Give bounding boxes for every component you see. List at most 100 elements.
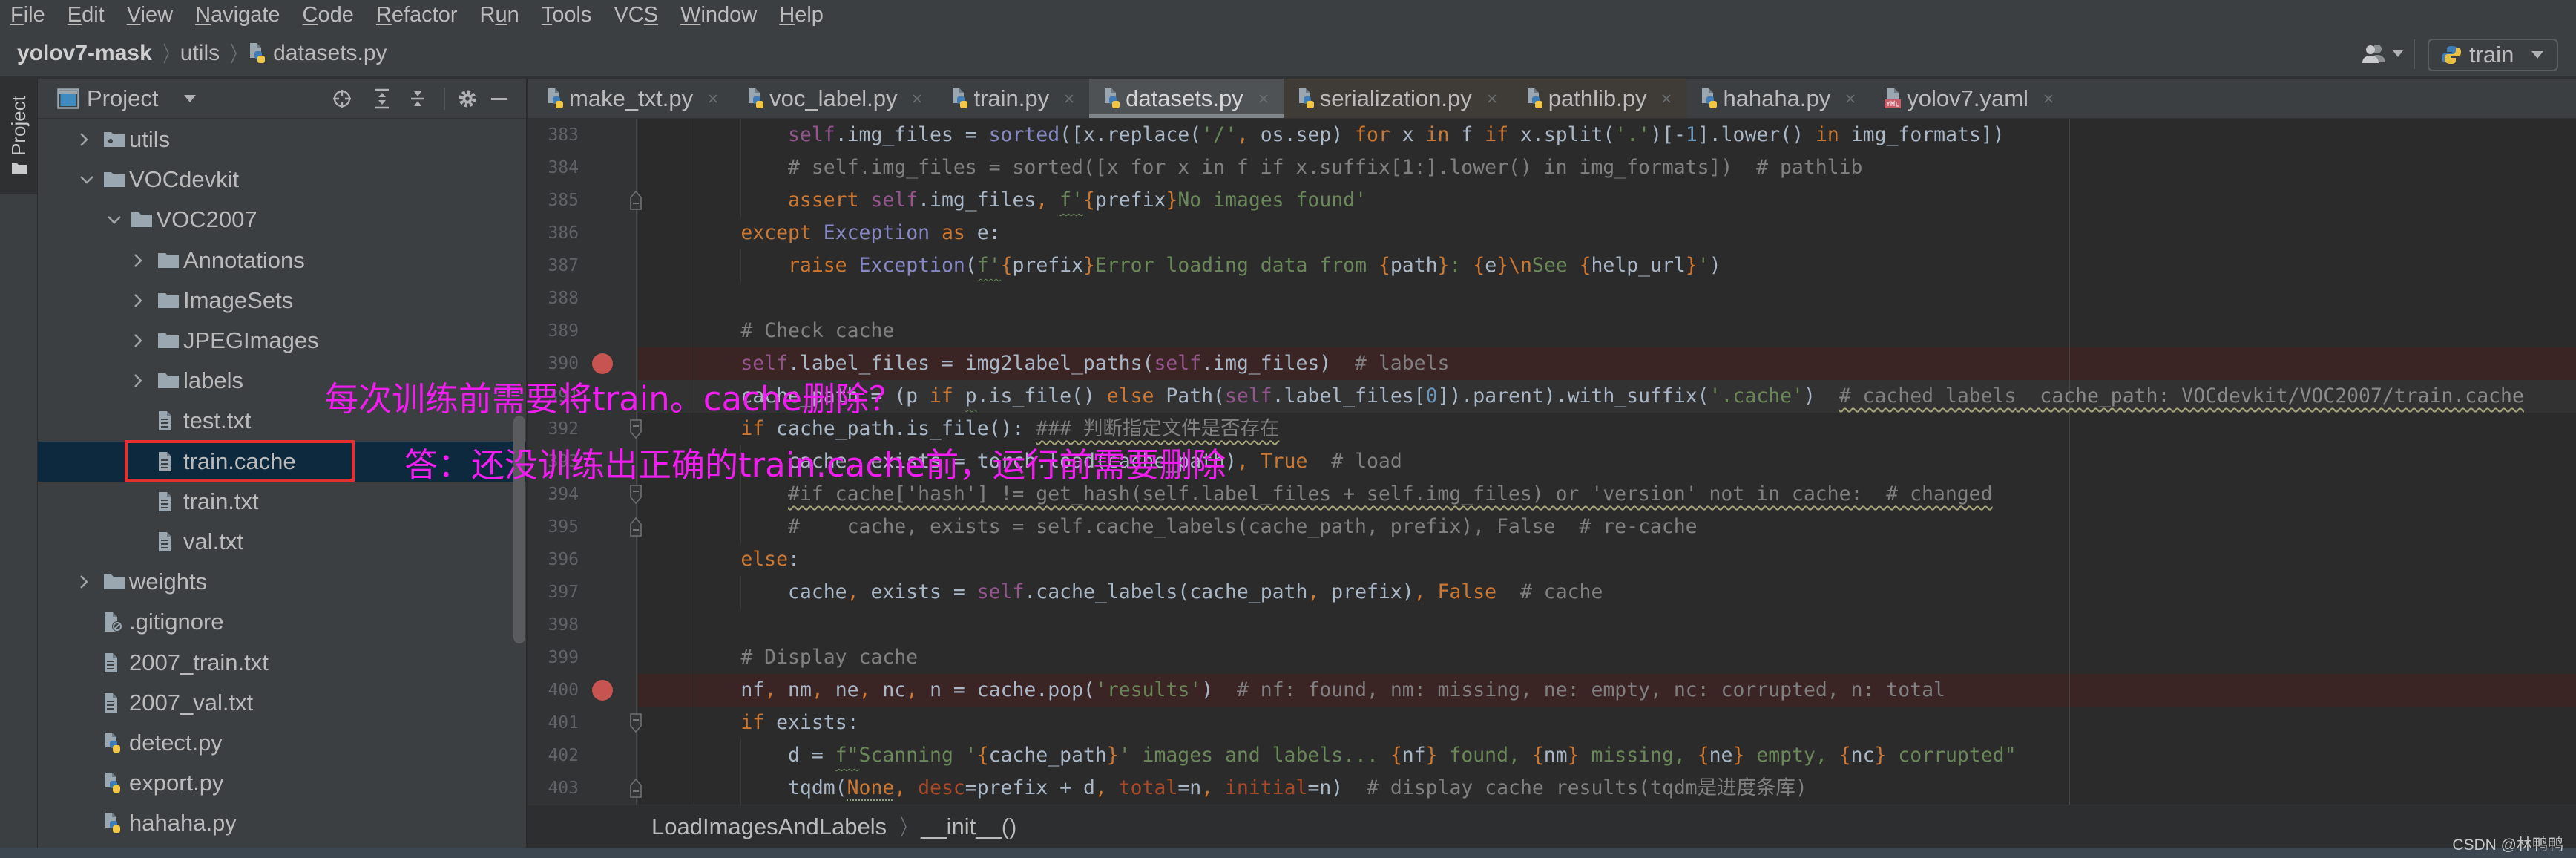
close-icon[interactable] <box>1845 94 1856 104</box>
tree-item-export-py[interactable]: export.py <box>38 763 526 803</box>
chevron-right-icon[interactable] <box>133 373 157 389</box>
tab-voc-label-py[interactable]: voc_label.py <box>733 79 937 118</box>
code-line[interactable] <box>638 609 2576 641</box>
code-line[interactable]: self.label_files = img2label_paths(self.… <box>638 347 2576 380</box>
code-line[interactable]: # Display cache <box>638 641 2576 674</box>
fold-end-icon[interactable] <box>630 517 642 537</box>
close-icon[interactable] <box>2043 94 2054 104</box>
menu-window[interactable]: Window <box>680 0 757 30</box>
code-line[interactable]: tqdm(None, desc=prefix + d, total=n, ini… <box>638 772 2576 805</box>
close-icon[interactable] <box>1258 94 1269 104</box>
tab-datasets-py[interactable]: datasets.py <box>1089 79 1284 118</box>
locate-file-icon[interactable] <box>332 88 352 109</box>
breadcrumb-item-loadimagesandlabels[interactable]: LoadImagesAndLabels <box>651 813 887 840</box>
tree-item-vocdevkit[interactable]: VOCdevkit <box>38 160 526 200</box>
menu-edit[interactable]: Edit <box>68 0 105 30</box>
tab-serialization-py[interactable]: serialization.py <box>1283 79 1512 118</box>
chevron-right-icon[interactable] <box>79 131 103 148</box>
breakpoint-icon[interactable] <box>592 680 613 701</box>
tree-item-2007-train-txt[interactable]: 2007_train.txt <box>38 643 526 683</box>
code-line[interactable]: raise Exception(f'{prefix}Error loading … <box>638 249 2576 282</box>
menu-file[interactable]: File <box>10 0 45 30</box>
code-line[interactable]: cache_path = (p if p.is_file() else Path… <box>638 380 2576 413</box>
chevron-right-icon[interactable] <box>79 574 103 590</box>
menu-run[interactable]: Run <box>480 0 519 30</box>
tree-item-train-txt[interactable]: train.txt <box>38 482 526 522</box>
code-token: p <box>965 384 977 407</box>
chevron-right-icon[interactable] <box>133 292 157 309</box>
menu-tools[interactable]: Tools <box>542 0 592 30</box>
menu-code[interactable]: Code <box>303 0 354 30</box>
tree-item-utils[interactable]: utils <box>38 119 526 160</box>
close-icon[interactable] <box>912 94 922 104</box>
tab-yolov7-yaml[interactable]: yolov7.yaml <box>1870 79 2069 118</box>
tree-item-weights[interactable]: weights <box>38 562 526 602</box>
code-line[interactable]: d = f"Scanning '{cache_path}' images and… <box>638 739 2576 772</box>
project-tool-window-button[interactable]: Project <box>0 79 37 194</box>
project-view-selector[interactable]: Project <box>87 79 158 119</box>
code-line[interactable]: # cache, exists = self.cache_labels(cach… <box>638 511 2576 543</box>
tree-item-imagesets[interactable]: ImageSets <box>38 281 526 321</box>
code-line[interactable]: if exists: <box>638 707 2576 739</box>
nav-file[interactable]: datasets.py <box>273 41 387 66</box>
gear-icon[interactable] <box>457 88 478 109</box>
tree-item-val-txt[interactable]: val.txt <box>38 522 526 562</box>
tree-item-jpegimages[interactable]: JPEGImages <box>38 321 526 361</box>
code-line[interactable]: else: <box>638 543 2576 576</box>
close-icon[interactable] <box>708 94 718 104</box>
code-line[interactable] <box>638 282 2576 315</box>
fold-end-icon[interactable] <box>630 779 642 798</box>
nav-folder[interactable]: utils <box>180 41 220 66</box>
code-token: cache <box>788 580 847 603</box>
tab-make-txt-py[interactable]: make_txt.py <box>533 79 733 118</box>
code-line[interactable]: # Check cache <box>638 315 2576 347</box>
fold-collapse-icon[interactable] <box>630 485 642 504</box>
tab-pathlib-py[interactable]: pathlib.py <box>1511 79 1687 118</box>
tree-item-annotations[interactable]: Annotations <box>38 240 526 281</box>
tree-item-hahaha-py[interactable]: hahaha.py <box>38 803 526 843</box>
chevron-right-icon[interactable] <box>133 252 157 269</box>
fold-end-icon[interactable] <box>630 191 642 210</box>
close-icon[interactable] <box>1661 94 1672 104</box>
dropdown-arrow-icon[interactable] <box>184 95 196 102</box>
code-token: ) <box>1201 678 1237 701</box>
collapse-all-icon[interactable] <box>410 88 426 109</box>
menu-vcs[interactable]: VCS <box>614 0 658 30</box>
run-configuration-selector[interactable]: train <box>2428 39 2558 71</box>
expand-all-icon[interactable] <box>374 88 390 109</box>
fold-collapse-icon[interactable] <box>630 419 642 439</box>
menu-navigate[interactable]: Navigate <box>195 0 280 30</box>
tree-item-gitignore[interactable]: .gitignore <box>38 602 526 642</box>
menu-view[interactable]: View <box>127 0 173 30</box>
tree-item-voc2007[interactable]: VOC2007 <box>38 200 526 240</box>
breakpoint-icon[interactable] <box>592 353 613 374</box>
code-line[interactable]: if cache_path.is_file(): ### 判断指定文件是否存在 <box>638 413 2576 445</box>
minimize-icon[interactable] <box>491 98 507 101</box>
code-token: ### 判断指定文件是否存在 <box>1036 417 1280 440</box>
tree-item-2007-val-txt[interactable]: 2007_val.txt <box>38 683 526 723</box>
fold-collapse-icon[interactable] <box>630 713 642 733</box>
code-line[interactable]: self.img_files = sorted([x.replace('/', … <box>638 119 2576 151</box>
vcs-user-button[interactable] <box>2362 43 2403 64</box>
code-token: True <box>1260 450 1308 473</box>
menu-help[interactable]: Help <box>779 0 824 30</box>
code-line[interactable]: nf, nm, ne, nc, n = cache.pop('results')… <box>638 674 2576 707</box>
breadcrumb-item-init[interactable]: __init__() <box>921 813 1016 840</box>
close-icon[interactable] <box>1487 94 1497 104</box>
code-line[interactable]: cache, exists = self.cache_labels(cache_… <box>638 576 2576 609</box>
chevron-down-icon[interactable] <box>79 174 103 185</box>
code-line[interactable]: assert self.img_files, f'{prefix}No imag… <box>638 184 2576 217</box>
code-token: help_url <box>1591 254 1686 277</box>
chevron-down-icon[interactable] <box>106 214 131 225</box>
tree-item-label: labels <box>183 367 243 394</box>
nav-project[interactable]: yolov7-mask <box>17 41 152 66</box>
tab-hahaha-py[interactable]: hahaha.py <box>1686 79 1870 118</box>
code-line[interactable]: # self.img_files = sorted([x for x in f … <box>638 151 2576 184</box>
chevron-right-icon[interactable] <box>133 333 157 349</box>
tree-item-detect-py[interactable]: detect.py <box>38 723 526 763</box>
tab-train-py[interactable]: train.py <box>937 79 1089 118</box>
close-icon[interactable] <box>1064 94 1074 104</box>
menu-refactor[interactable]: Refactor <box>376 0 458 30</box>
code-line[interactable]: except Exception as e: <box>638 217 2576 249</box>
